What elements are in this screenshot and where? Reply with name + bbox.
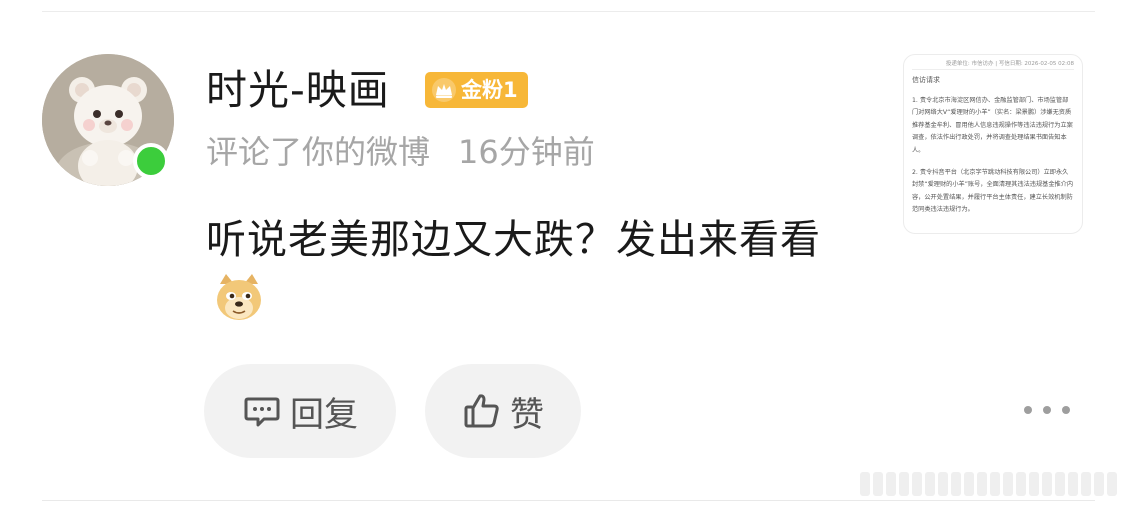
- more-dot: [1024, 406, 1032, 414]
- online-status-dot: [133, 143, 169, 179]
- top-divider: [42, 11, 1095, 12]
- thumbs-up-icon: [464, 394, 499, 428]
- reply-label: 回复: [290, 394, 358, 435]
- watermark: [860, 470, 1120, 498]
- like-button[interactable]: 赞: [425, 364, 581, 458]
- comment-text: 听说老美那边又大跌？发出来看看: [206, 210, 846, 333]
- thumbnail-title: 信访请求: [912, 76, 940, 84]
- action-text: 评论了你的微博: [206, 133, 431, 171]
- thumbnail-header: 投递单位: 市信访办 | 写信日期: 2026-02-05 02:08: [912, 59, 1074, 70]
- more-dot: [1043, 406, 1051, 414]
- username[interactable]: 时光-映画: [206, 62, 390, 118]
- more-dot: [1062, 406, 1070, 414]
- comment-meta: 评论了你的微博 16分钟前: [206, 130, 595, 174]
- doge-emoji-icon: [217, 274, 261, 320]
- like-label: 赞: [510, 394, 544, 435]
- thumbnail-paragraph-1: 1. 责令北京市海淀区网信办、金融监管部门、市场监管部门对网络大V“爱理财的小羊…: [912, 97, 1073, 154]
- fan-badge-label: 金粉1: [461, 78, 518, 102]
- bottom-divider: [42, 500, 1095, 501]
- timestamp: 16分钟前: [458, 133, 595, 171]
- comment-bubble-icon: [244, 397, 280, 427]
- reply-button[interactable]: 回复: [204, 364, 396, 458]
- comment-body: 听说老美那边又大跌？发出来看看: [206, 217, 821, 263]
- more-options-button[interactable]: [1024, 398, 1070, 422]
- fan-level-badge[interactable]: 金粉1: [425, 72, 528, 108]
- crown-icon: [432, 78, 456, 102]
- attached-image-thumbnail[interactable]: 投递单位: 市信访办 | 写信日期: 2026-02-05 02:08 信访请求…: [903, 54, 1083, 234]
- thumbnail-paragraph-2: 2. 责令抖音平台（北京字节跳动科技有限公司）立即永久封禁“爱理财的小羊”账号，…: [912, 169, 1074, 214]
